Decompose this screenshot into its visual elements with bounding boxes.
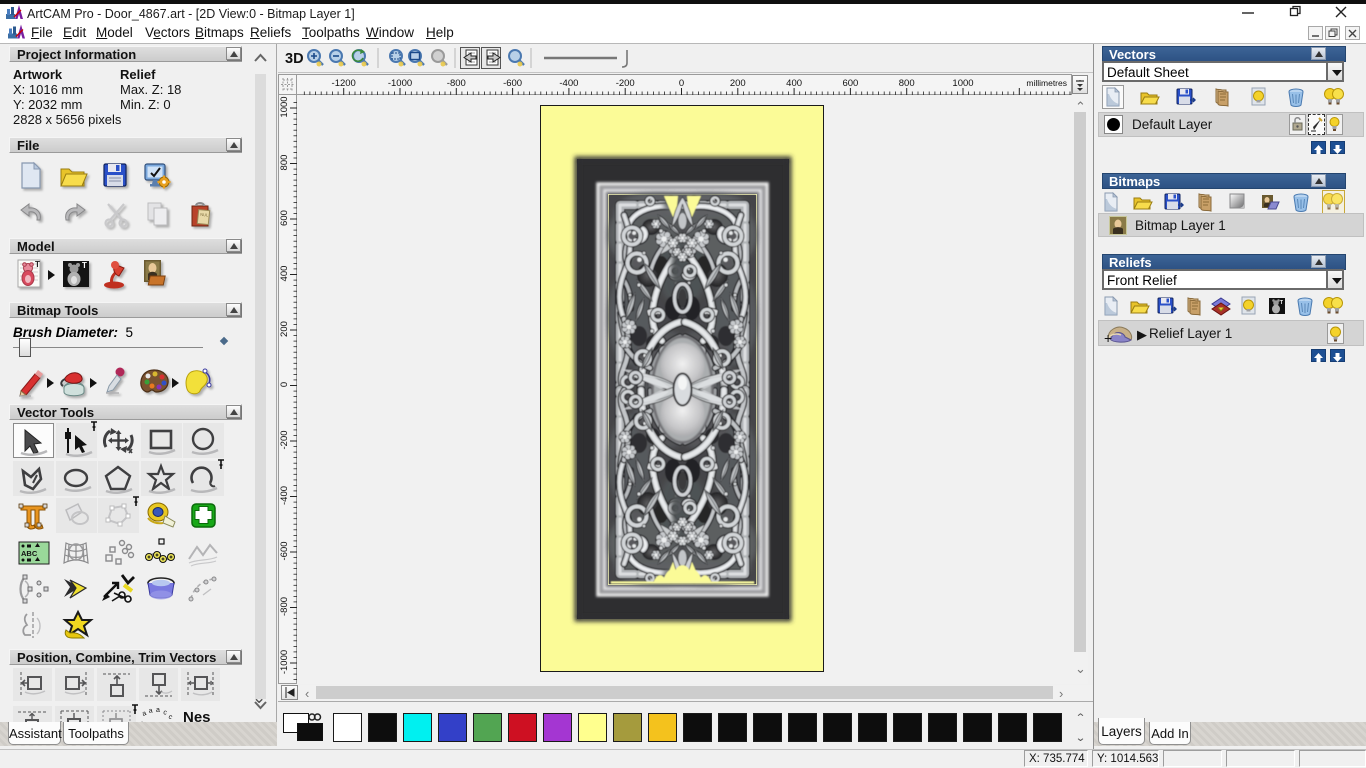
svg-text:1000: 1000 [952,78,973,89]
svg-text:a: a [156,707,160,714]
svg-text:-200: -200 [279,430,290,449]
svg-text:200: 200 [279,321,290,337]
svg-text:1000: 1000 [279,96,290,117]
svg-text:-400: -400 [559,78,578,89]
svg-text:0: 0 [279,382,290,387]
svg-text:-600: -600 [503,78,522,89]
svg-text:c: c [163,709,168,717]
svg-text:800: 800 [899,78,915,89]
svg-text:T: T [82,261,87,270]
svg-text:800: 800 [279,155,290,171]
svg-text:T: T [1280,300,1283,306]
svg-text:400: 400 [279,266,290,282]
svg-text:a: a [148,707,153,715]
svg-text:ABC: ABC [21,549,38,558]
svg-text:NUL: NUL [200,212,209,218]
svg-text:0: 0 [679,78,684,89]
svg-text:T: T [35,260,40,269]
svg-text:millimetres: millimetres [1026,78,1067,88]
svg-text:200: 200 [730,78,746,89]
svg-text:3D: 3D [285,51,304,67]
svg-text:-400: -400 [279,486,290,505]
svg-text:600: 600 [279,210,290,226]
svg-text:-600: -600 [279,541,290,560]
svg-text:600: 600 [842,78,858,89]
svg-text:400: 400 [786,78,802,89]
svg-text:-1200: -1200 [332,78,356,89]
svg-text:-1000: -1000 [279,650,290,674]
svg-text:-1000: -1000 [388,78,412,89]
svg-text:a: a [141,710,147,718]
svg-text:c: c [167,713,174,721]
svg-text:-200: -200 [616,78,635,89]
svg-text:-800: -800 [447,78,466,89]
svg-text:-800: -800 [279,597,290,616]
